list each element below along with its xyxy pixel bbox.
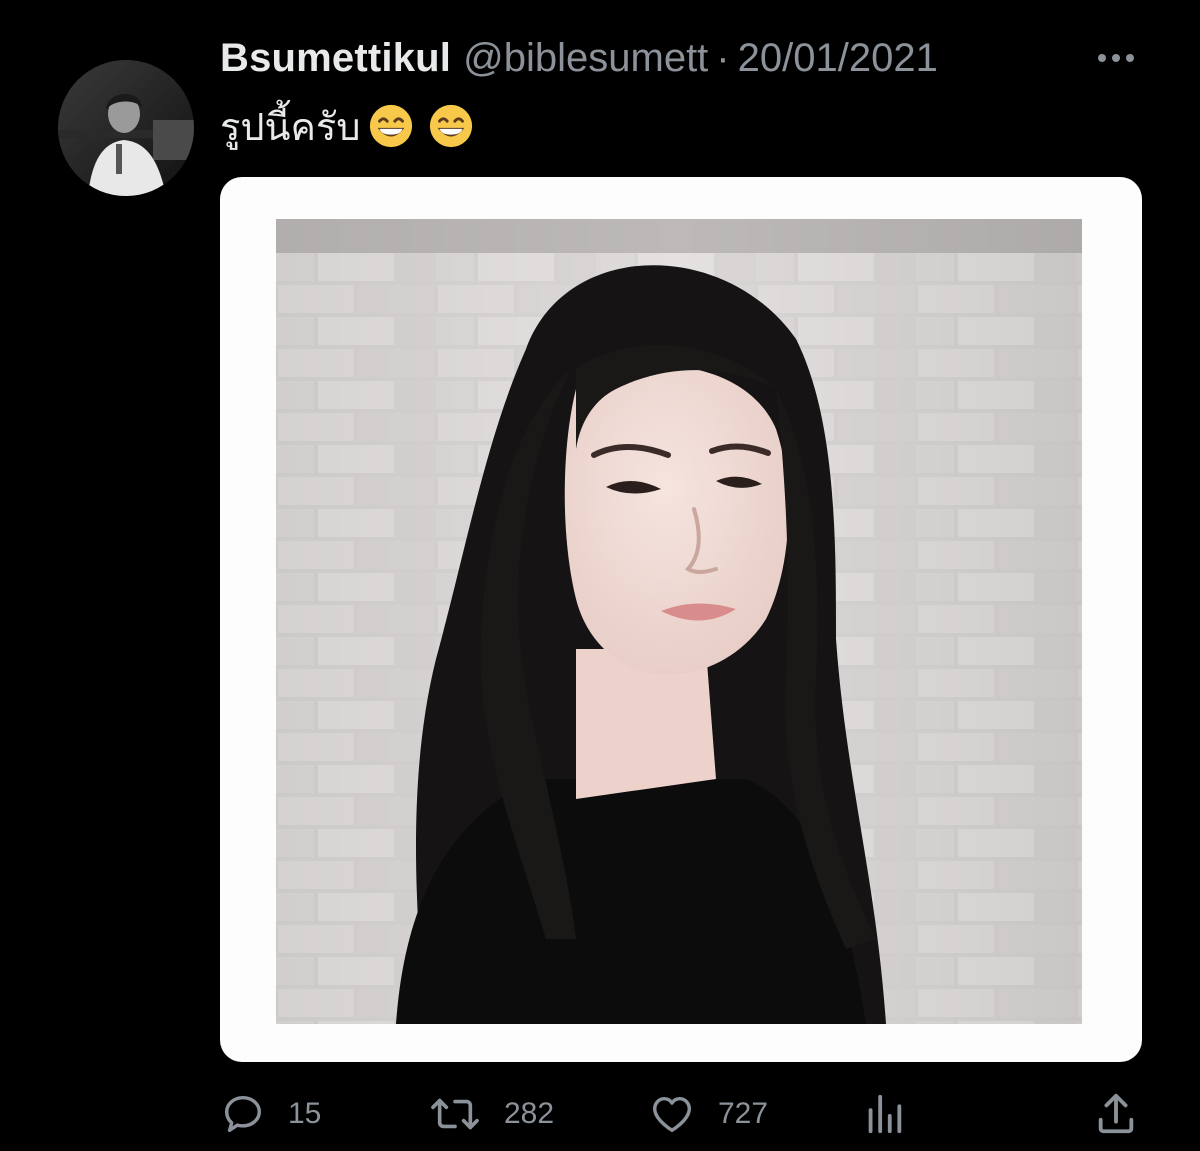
retweet-icon (431, 1098, 479, 1130)
retweet-count: 282 (504, 1097, 555, 1130)
media-photo (276, 219, 1082, 1024)
retweet-button[interactable]: 282 (428, 1082, 554, 1146)
heart-icon (653, 1096, 691, 1133)
views-button[interactable] (864, 1082, 904, 1146)
reply-icon (224, 1095, 262, 1133)
tweet-header: Bsumettikul @biblesumett · 20/01/2021 (220, 30, 938, 86)
avatar[interactable] (58, 60, 194, 196)
tweet-text: รูปนี้ครับ (220, 96, 474, 156)
share-button[interactable] (1096, 1082, 1136, 1146)
avatar-photo (58, 60, 194, 196)
user-handle[interactable]: @biblesumett (463, 36, 708, 81)
reply-button[interactable]: 15 (220, 1082, 321, 1146)
portrait-photo (276, 219, 1082, 1024)
tweet-text-body: รูปนี้ครับ (220, 104, 361, 149)
like-count: 727 (718, 1097, 769, 1130)
separator-dot: · (716, 35, 730, 80)
tweet: Bsumettikul @biblesumett · 20/01/2021 รู… (0, 0, 1200, 1151)
grinning-face-emoji-icon (370, 104, 413, 148)
more-options-icon (1098, 54, 1134, 62)
reply-count: 15 (288, 1097, 322, 1130)
grinning-face-emoji-icon (430, 104, 473, 148)
analytics-icon (868, 1094, 902, 1134)
tweet-date[interactable]: 20/01/2021 (738, 36, 938, 81)
share-icon (1098, 1093, 1134, 1134)
more-options-button[interactable] (1088, 36, 1144, 80)
tweet-actions: 15 282 727 (220, 1082, 1142, 1146)
tweet-media[interactable] (220, 177, 1142, 1062)
display-name[interactable]: Bsumettikul (220, 36, 451, 81)
like-button[interactable]: 727 (648, 1082, 768, 1146)
